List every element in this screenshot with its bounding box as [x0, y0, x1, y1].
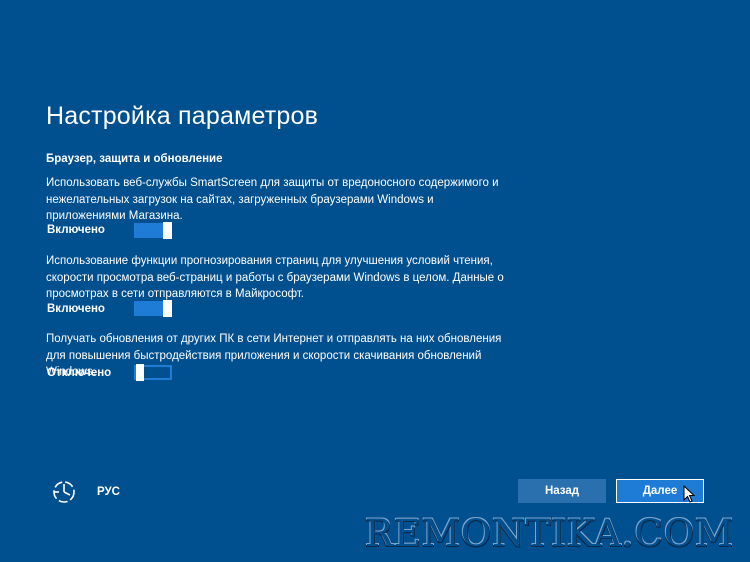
toggle-knob — [163, 222, 172, 239]
setting-smartscreen-state: Включено — [47, 224, 105, 236]
toggle-knob — [163, 300, 172, 317]
toggle-knob — [136, 364, 144, 381]
back-button[interactable]: Назад — [518, 479, 606, 503]
smartscreen-toggle[interactable] — [134, 222, 172, 239]
setting-page-prediction-description: Использование функции прогнозирования ст… — [46, 255, 504, 300]
setting-updates-description: Получать обновления от других ПК в сети … — [46, 333, 502, 378]
section-title: Браузер, защита и обновление — [46, 153, 223, 165]
page-title: Настройка параметров — [46, 102, 319, 130]
updates-toggle[interactable] — [134, 364, 172, 381]
ease-of-access-icon[interactable] — [50, 478, 78, 506]
page-prediction-toggle[interactable] — [134, 300, 172, 317]
watermark: REMONTIKA.COM — [365, 512, 734, 555]
setting-page-prediction-state: Включено — [47, 303, 105, 315]
language-indicator[interactable]: РУС — [97, 486, 120, 498]
mouse-cursor-icon — [683, 485, 695, 503]
setting-updates-state: Отключено — [47, 367, 112, 379]
setting-smartscreen-description: Использовать веб-службы SmartScreen для … — [46, 177, 499, 222]
